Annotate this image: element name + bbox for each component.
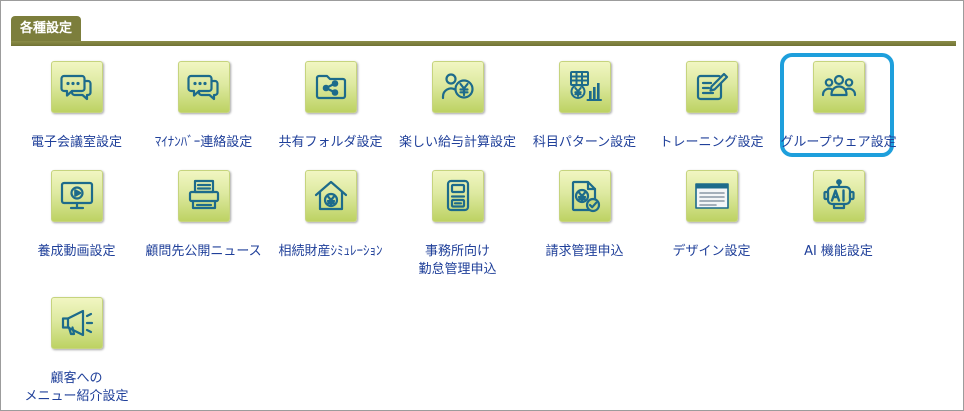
groupware-tile-button[interactable] (812, 61, 865, 113)
printer-icon[interactable] (186, 178, 222, 214)
account-pattern-tile-button[interactable] (558, 61, 611, 113)
menu-introduction-label-link[interactable]: 顧客への メニュー紹介設定 (24, 370, 128, 406)
shared-folder-label-link[interactable]: 共有フォルダ設定 (278, 134, 382, 152)
attendance-application-tile-button[interactable] (431, 170, 484, 222)
label-line[interactable]: 事務所向け (418, 243, 496, 261)
my-number-contact-tile-button[interactable] (177, 61, 230, 113)
label-line[interactable]: デザイン設定 (672, 243, 750, 261)
label-line[interactable]: グループウェア設定 (780, 134, 896, 152)
training-tile-button[interactable] (685, 61, 738, 113)
inheritance-simulation-tile-button[interactable] (304, 170, 357, 222)
menu-item-billing-application[interactable]: 請求管理申込 (521, 170, 648, 279)
monitor-play-icon[interactable] (59, 178, 95, 214)
label-line[interactable]: 養成動画設定 (37, 243, 115, 261)
megaphone-icon[interactable] (59, 305, 95, 341)
payroll-label-link[interactable]: 楽しい給与計算設定 (399, 134, 516, 152)
attendance-application-label-link[interactable]: 事務所向け 勤怠管理申込 (418, 243, 496, 279)
settings-grid: 電子会議室設定 ﾏｲﾅﾝﾊﾞｰ連絡設定 共有フォルダ設定 楽しい給与計算設定 科… (13, 53, 902, 406)
shared-folder-tile-button[interactable] (304, 61, 357, 113)
client-news-label-link[interactable]: 顧問先公開ニュース (145, 243, 261, 261)
menu-item-ai-features[interactable]: AI 機能設定 (775, 170, 902, 279)
label-line[interactable]: トレーニング設定 (659, 134, 763, 152)
payroll-tile-button[interactable] (431, 61, 484, 113)
inheritance-simulation-label-link[interactable]: 相続財産ｼﾐｭﾚｰｼｮﾝ (278, 243, 382, 261)
ai-features-tile-button[interactable] (812, 170, 865, 222)
label-line[interactable]: 科目パターン設定 (533, 134, 636, 152)
label-line[interactable]: AI 機能設定 (804, 243, 873, 261)
training-label-link[interactable]: トレーニング設定 (659, 134, 763, 152)
menu-item-my-number-contact[interactable]: ﾏｲﾅﾝﾊﾞｰ連絡設定 (140, 61, 267, 152)
label-line[interactable]: 請求管理申込 (545, 243, 623, 261)
menu-item-client-news[interactable]: 顧問先公開ニュース (140, 170, 267, 279)
label-line[interactable]: ﾏｲﾅﾝﾊﾞｰ連絡設定 (155, 134, 253, 152)
timecard-device-icon[interactable] (440, 178, 476, 214)
chat-bubbles-icon[interactable] (186, 69, 222, 105)
groupware-label-link[interactable]: グループウェア設定 (780, 134, 896, 152)
chat-bubbles-icon[interactable] (59, 69, 95, 105)
ai-robot-icon[interactable] (821, 178, 857, 214)
menu-item-electronic-conference[interactable]: 電子会議室設定 (13, 61, 140, 152)
menu-item-training[interactable]: トレーニング設定 (648, 61, 775, 152)
spreadsheet-chart-icon[interactable] (567, 69, 603, 105)
client-news-tile-button[interactable] (177, 170, 230, 222)
notepad-pen-icon[interactable] (694, 69, 730, 105)
label-line[interactable]: 顧客への (24, 370, 128, 388)
tab-underline-bar (11, 41, 956, 46)
menu-item-training-video[interactable]: 養成動画設定 (13, 170, 140, 279)
label-line[interactable]: 勤怠管理申込 (418, 261, 496, 279)
section-tab[interactable]: 各種設定 (11, 16, 81, 42)
menu-item-design[interactable]: デザイン設定 (648, 170, 775, 279)
person-yen-icon[interactable] (440, 69, 476, 105)
label-line[interactable]: 楽しい給与計算設定 (399, 134, 516, 152)
label-line[interactable]: メニュー紹介設定 (24, 388, 128, 406)
electronic-conference-label-link[interactable]: 電子会議室設定 (31, 134, 122, 152)
shared-folder-icon[interactable] (313, 69, 349, 105)
menu-item-menu-introduction[interactable]: 顧客への メニュー紹介設定 (13, 297, 140, 406)
settings-panel: 各種設定 電子会議室設定 ﾏｲﾅﾝﾊﾞｰ連絡設定 共有フォルダ設定 楽しい給与計… (0, 0, 964, 411)
menu-item-shared-folder[interactable]: 共有フォルダ設定 (267, 61, 394, 152)
training-video-tile-button[interactable] (50, 170, 103, 222)
invoice-check-icon[interactable] (567, 178, 603, 214)
label-line[interactable]: 顧問先公開ニュース (145, 243, 261, 261)
training-video-label-link[interactable]: 養成動画設定 (37, 243, 115, 261)
menu-item-attendance-application[interactable]: 事務所向け 勤怠管理申込 (394, 170, 521, 279)
menu-item-account-pattern[interactable]: 科目パターン設定 (521, 61, 648, 152)
electronic-conference-tile-button[interactable] (50, 61, 103, 113)
billing-application-label-link[interactable]: 請求管理申込 (545, 243, 623, 261)
label-line[interactable]: 共有フォルダ設定 (278, 134, 382, 152)
menu-item-groupware[interactable]: グループウェア設定 (775, 53, 902, 157)
my-number-contact-label-link[interactable]: ﾏｲﾅﾝﾊﾞｰ連絡設定 (155, 134, 253, 152)
window-layout-icon[interactable] (694, 178, 730, 214)
design-tile-button[interactable] (685, 170, 738, 222)
house-yen-icon[interactable] (313, 178, 349, 214)
billing-application-tile-button[interactable] (558, 170, 611, 222)
label-line[interactable]: 相続財産ｼﾐｭﾚｰｼｮﾝ (278, 243, 382, 261)
account-pattern-label-link[interactable]: 科目パターン設定 (533, 134, 636, 152)
ai-features-label-link[interactable]: AI 機能設定 (804, 243, 873, 261)
menu-introduction-tile-button[interactable] (50, 297, 103, 349)
menu-item-inheritance-simulation[interactable]: 相続財産ｼﾐｭﾚｰｼｮﾝ (267, 170, 394, 279)
design-label-link[interactable]: デザイン設定 (672, 243, 750, 261)
label-line[interactable]: 電子会議室設定 (31, 134, 122, 152)
menu-item-payroll[interactable]: 楽しい給与計算設定 (394, 61, 521, 152)
group-icon[interactable] (821, 69, 857, 105)
